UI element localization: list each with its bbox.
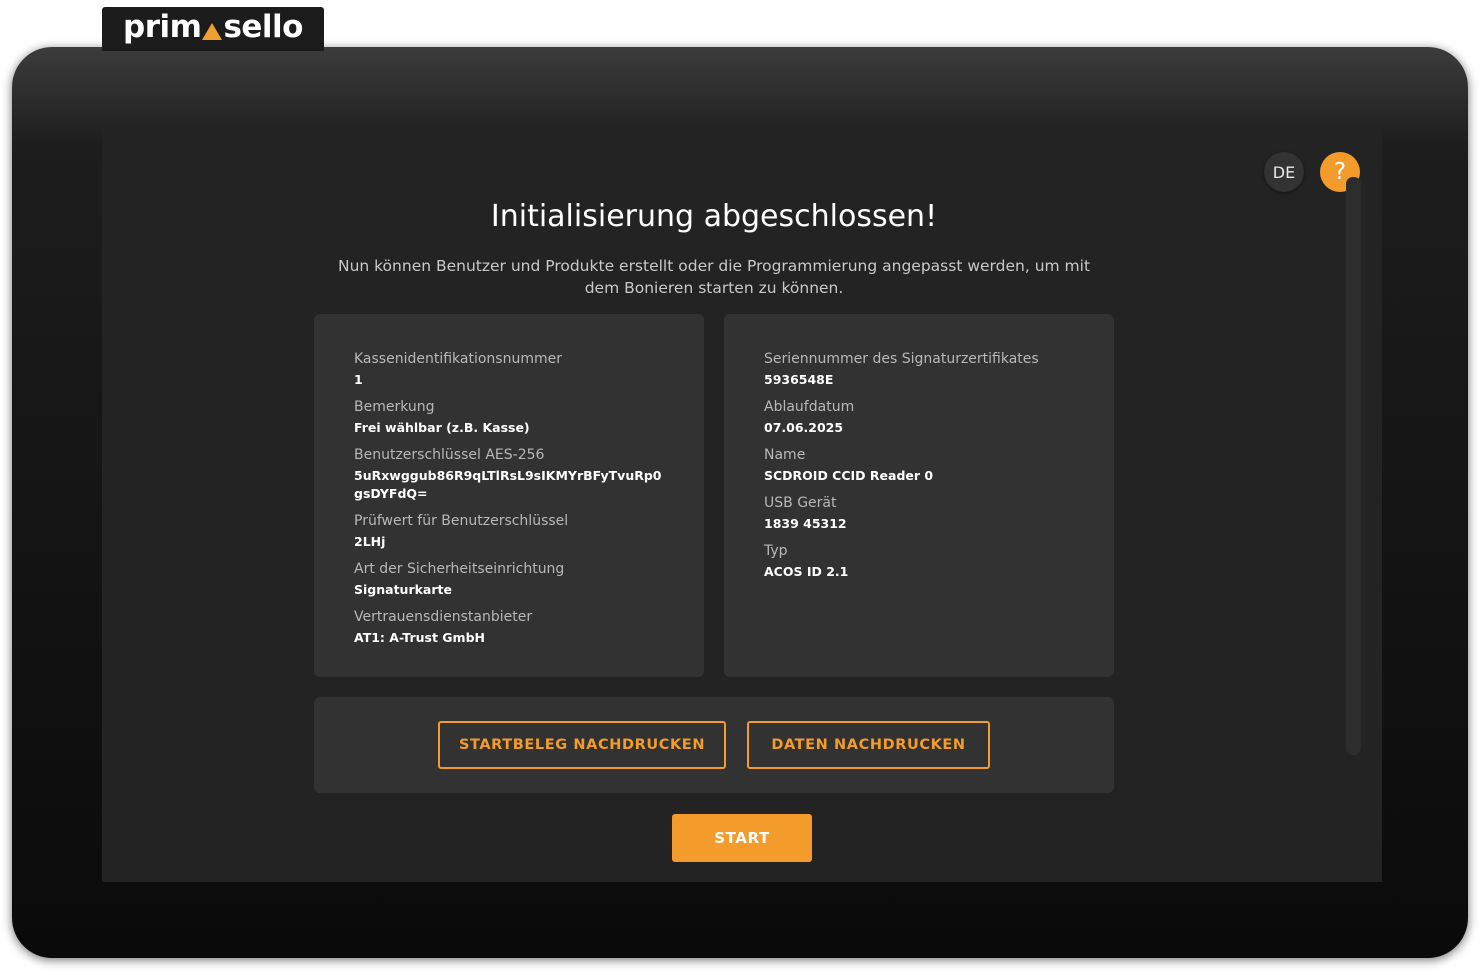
field-kassen-id: Kassenidentifikationsnummer 1 — [354, 349, 664, 389]
field-pruefwert: Prüfwert für Benutzerschlüssel 2LHj — [354, 511, 664, 551]
field-label: Benutzerschlüssel AES-256 — [354, 447, 545, 463]
field-vertrauensdienstanbieter: Vertrauensdienstanbieter AT1: A-Trust Gm… — [354, 607, 664, 647]
scrollbar[interactable] — [1346, 177, 1361, 755]
field-benutzerschluessel: Benutzerschlüssel AES-256 5uRxwggub86R9q… — [354, 445, 664, 503]
field-value: 2LHj — [354, 534, 386, 549]
field-value: 5uRxwggub86R9qLTlRsL9sIKMYrBFyTvuRp0gsDY… — [354, 468, 662, 501]
field-label: Seriennummer des Signaturzertifikates — [764, 351, 1039, 367]
field-label: Name — [764, 447, 806, 463]
field-seriennummer: Seriennummer des Signaturzertifikates 59… — [764, 349, 1074, 389]
field-label: Prüfwert für Benutzerschlüssel — [354, 513, 569, 529]
field-value: ACOS ID 2.1 — [764, 564, 849, 579]
page-title: Initialisierung abgeschlossen! — [490, 199, 938, 234]
field-value: 07.06.2025 — [764, 420, 844, 435]
field-value: 1 — [354, 372, 363, 387]
field-label: Ablaufdatum — [764, 399, 855, 415]
field-label: Bemerkung — [354, 399, 435, 415]
reprint-data-button[interactable]: DATEN NACHDRUCKEN — [747, 721, 990, 769]
page-subtitle: Nun können Benutzer und Produkte erstell… — [337, 257, 1091, 297]
field-value: 5936548E — [764, 372, 834, 387]
field-value: Frei wählbar (z.B. Kasse) — [354, 420, 530, 435]
logo-text-sello: sello — [223, 8, 303, 45]
reprint-actions-panel: STARTBELEG NACHDRUCKEN DATEN NACHDRUCKEN — [314, 697, 1114, 793]
field-sicherheitseinrichtung: Art der Sicherheitseinrichtung Signaturk… — [354, 559, 664, 599]
field-ablaufdatum: Ablaufdatum 07.06.2025 — [764, 397, 1074, 437]
field-value: Signaturkarte — [354, 582, 452, 597]
signature-card-info-card: Seriennummer des Signaturzertifikates 59… — [724, 314, 1114, 677]
field-bemerkung: Bemerkung Frei wählbar (z.B. Kasse) — [354, 397, 664, 437]
start-button[interactable]: START — [672, 814, 812, 862]
language-button[interactable]: DE — [1264, 152, 1304, 192]
field-value: AT1: A-Trust GmbH — [354, 630, 485, 645]
field-label: Art der Sicherheitseinrichtung — [354, 561, 565, 577]
field-name: Name SCDROID CCID Reader 0 — [764, 445, 1074, 485]
brand-tab: prim sello — [102, 7, 324, 51]
field-value: 1839 45312 — [764, 516, 847, 531]
app-screen: DE ? Initialisierung abgeschlossen! Nun … — [102, 129, 1382, 882]
field-typ: Typ ACOS ID 2.1 — [764, 541, 1074, 581]
primasello-logo: prim sello — [123, 8, 303, 45]
logo-text-prim: prim — [123, 8, 202, 45]
field-value: SCDROID CCID Reader 0 — [764, 468, 934, 483]
field-usb-geraet: USB Gerät 1839 45312 — [764, 493, 1074, 533]
cash-register-info-card: Kassenidentifikationsnummer 1 Bemerkung … — [314, 314, 704, 677]
field-label: USB Gerät — [764, 495, 837, 511]
reprint-start-receipt-button[interactable]: STARTBELEG NACHDRUCKEN — [438, 721, 726, 769]
logo-triangle-icon — [202, 23, 223, 40]
field-label: Vertrauensdienstanbieter — [354, 609, 533, 625]
field-label: Typ — [764, 543, 788, 559]
field-label: Kassenidentifikationsnummer — [354, 351, 562, 367]
